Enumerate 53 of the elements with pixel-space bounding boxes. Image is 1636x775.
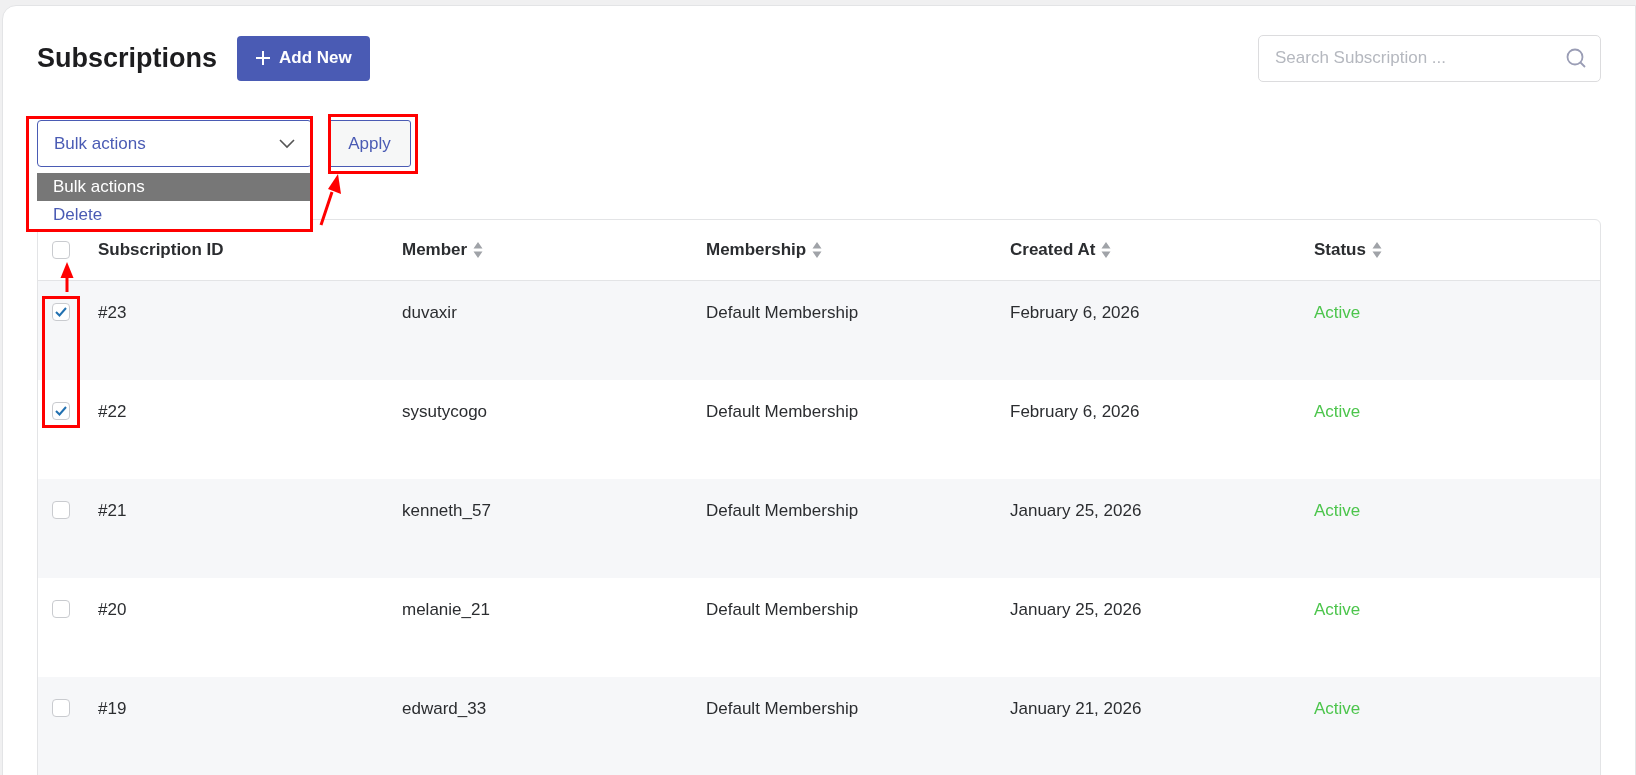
table-cell: Active [1314,402,1361,422]
table-cell: Default Membership [706,402,859,422]
column-header[interactable]: Member [402,240,484,260]
dropdown-option[interactable]: Delete [37,201,312,229]
column-header[interactable]: Subscription ID [98,240,224,260]
table-cell: Active [1314,501,1361,521]
table-cell: melanie_21 [402,600,490,620]
table-cell: January 25, 2026 [1010,600,1142,620]
table-cell: Active [1314,699,1361,719]
check-icon [55,307,67,317]
row-checkbox[interactable] [52,699,70,717]
table-cell: Default Membership [706,699,859,719]
table-cell: Default Membership [706,303,859,323]
table-cell: sysutycogo [402,402,488,422]
apply-button[interactable]: Apply [328,120,411,167]
chevron-down-icon [279,138,295,149]
row-checkbox[interactable] [52,402,70,420]
table-cell: #22 [98,402,127,422]
annotation-arrow [60,262,74,292]
column-header[interactable]: Status [1314,240,1382,260]
add-new-button[interactable]: Add New [237,35,370,81]
row-checkbox[interactable] [52,600,70,618]
table-cell: edward_33 [402,699,487,719]
sort-icon[interactable] [1101,241,1112,259]
plus-icon [255,50,272,66]
check-icon [55,406,67,416]
search-field[interactable]: Search Subscription ... [1258,34,1601,82]
annotation-arrow [318,174,342,226]
select-all-checkbox[interactable] [52,241,70,259]
table-cell: #21 [98,501,127,521]
table-cell: duvaxir [402,303,457,323]
table-cell: Default Membership [706,501,859,521]
sort-icon[interactable] [473,241,484,259]
table-cell: Active [1314,303,1361,323]
sort-icon[interactable] [1371,241,1382,259]
row-checkbox[interactable] [52,303,70,321]
table-cell: kenneth_57 [402,501,491,521]
page-title: Subscriptions [37,42,218,74]
row-checkbox[interactable] [52,501,70,519]
table-cell: January 25, 2026 [1010,501,1142,521]
table-cell: January 21, 2026 [1010,699,1142,719]
table-cell: Active [1314,600,1361,620]
search-icon [1565,46,1587,69]
table-cell: February 6, 2026 [1010,402,1140,422]
column-header[interactable]: Created At [1010,240,1112,260]
column-header[interactable]: Membership [706,240,823,260]
table-cell: #20 [98,600,127,620]
table-cell: #23 [98,303,127,323]
dropdown-option[interactable]: Bulk actions [37,173,312,201]
table-cell: Default Membership [706,600,859,620]
sort-icon[interactable] [812,241,823,259]
table-cell: February 6, 2026 [1010,303,1140,323]
table-cell: #19 [98,699,127,719]
